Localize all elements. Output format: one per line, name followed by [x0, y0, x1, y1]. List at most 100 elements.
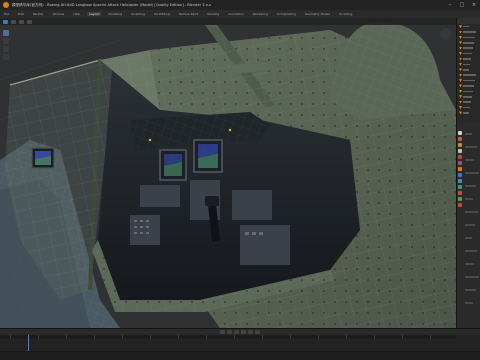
- property-field[interactable]: [465, 289, 476, 291]
- play-icon[interactable]: [241, 330, 246, 334]
- blender-logo-icon: [3, 2, 9, 8]
- menu-bar: File Edit Render Window Help Layout Mode…: [0, 10, 480, 18]
- frame-tick: [234, 335, 235, 339]
- menu-render[interactable]: Render: [31, 12, 46, 16]
- outliner-row[interactable]: [457, 110, 480, 115]
- outliner-row-label: [463, 69, 469, 71]
- minimize-icon[interactable]: –: [446, 1, 454, 9]
- render-tab-icon[interactable]: [458, 137, 462, 141]
- outliner-row-label: [463, 112, 469, 114]
- properties-panel: [456, 123, 480, 328]
- next-keyframe-icon[interactable]: [248, 330, 253, 334]
- output-tab-icon[interactable]: [458, 143, 462, 147]
- tool-tab-icon[interactable]: [458, 131, 462, 135]
- tab-texture-paint[interactable]: Texture Paint: [177, 12, 200, 16]
- object-mode-icon[interactable]: [11, 19, 16, 24]
- frame-ruler[interactable]: [0, 335, 456, 339]
- data-tab-icon[interactable]: [458, 197, 462, 201]
- physics-tab-icon[interactable]: [458, 185, 462, 189]
- world-tab-icon[interactable]: [458, 161, 462, 165]
- prev-keyframe-icon[interactable]: [227, 330, 232, 334]
- move-tool-icon[interactable]: [3, 38, 9, 44]
- tab-sculpting[interactable]: Sculpting: [129, 12, 147, 16]
- frame-tick: [430, 335, 431, 339]
- property-field[interactable]: [465, 198, 473, 200]
- editor-type-icon[interactable]: [3, 19, 8, 24]
- tab-rendering[interactable]: Rendering: [251, 12, 270, 16]
- menu-window[interactable]: Window: [51, 12, 67, 16]
- close-icon[interactable]: ×: [470, 1, 478, 9]
- outliner-row-label: [463, 42, 474, 44]
- select-menu-icon[interactable]: [27, 19, 32, 24]
- outliner-row-label: [463, 101, 471, 103]
- play-reverse-icon[interactable]: [234, 330, 239, 334]
- property-field[interactable]: [465, 133, 472, 135]
- property-field[interactable]: [465, 263, 474, 265]
- property-field[interactable]: [465, 250, 477, 252]
- jump-end-icon[interactable]: [255, 330, 260, 334]
- menu-help[interactable]: Help: [71, 12, 82, 16]
- object-type-icon: [459, 35, 462, 39]
- property-field[interactable]: [465, 211, 478, 213]
- rotate-tool-icon[interactable]: [3, 46, 9, 52]
- tab-compositing[interactable]: Compositing: [275, 12, 298, 16]
- outliner-row-label: [463, 31, 476, 33]
- object-type-icon: [459, 79, 462, 83]
- title-bar: 模型精华库(官方网) - Boeing AH-64D Longbow Apach…: [0, 0, 480, 10]
- object-type-icon: [459, 62, 462, 66]
- tab-layout[interactable]: Layout: [87, 12, 102, 16]
- outliner-row-label: [463, 95, 472, 98]
- property-field[interactable]: [465, 224, 475, 226]
- particles-tab-icon[interactable]: [458, 179, 462, 183]
- property-field[interactable]: [465, 146, 477, 148]
- outliner-panel: [456, 18, 480, 123]
- tab-shading[interactable]: Shading: [205, 12, 221, 16]
- frame-tick: [10, 335, 11, 339]
- tab-modeling[interactable]: Modeling: [106, 12, 124, 16]
- tab-scripting[interactable]: Scripting: [337, 12, 354, 16]
- frame-tick: [262, 335, 263, 339]
- outliner-row-label: [463, 74, 476, 76]
- scene-tab-icon[interactable]: [458, 155, 462, 159]
- property-field[interactable]: [465, 172, 479, 174]
- tab-uv-editing[interactable]: UV Editing: [152, 12, 172, 16]
- tab-geometry-nodes[interactable]: Geometry Nodes: [303, 12, 332, 16]
- outliner-row-label: [463, 52, 472, 55]
- property-field[interactable]: [465, 237, 472, 239]
- object-type-icon: [459, 25, 462, 29]
- frame-tick: [38, 335, 39, 339]
- object-tab-icon[interactable]: [458, 167, 462, 171]
- outliner-row-label: [463, 79, 475, 82]
- helicopter-cockpit-render: [0, 21, 456, 328]
- menu-edit[interactable]: Edit: [16, 12, 26, 16]
- viewport-header: [0, 18, 456, 25]
- scale-tool-icon[interactable]: [3, 54, 9, 60]
- menu-file[interactable]: File: [2, 12, 11, 16]
- maximize-icon[interactable]: □: [458, 1, 466, 9]
- constraints-tab-icon[interactable]: [458, 191, 462, 195]
- jump-start-icon[interactable]: [220, 330, 225, 334]
- toolbar: [3, 30, 9, 60]
- frame-tick: [178, 335, 179, 339]
- outliner-row-label: [463, 58, 471, 60]
- window-controls: – □ ×: [446, 1, 478, 9]
- property-field[interactable]: [465, 185, 476, 187]
- property-field[interactable]: [465, 159, 474, 161]
- view-layer-tab-icon[interactable]: [458, 149, 462, 153]
- frame-tick: [346, 335, 347, 339]
- material-tab-icon[interactable]: [458, 203, 462, 207]
- navigation-gizmo-icon[interactable]: [440, 28, 452, 40]
- property-field[interactable]: [465, 302, 473, 304]
- object-type-icon: [459, 100, 462, 104]
- modifier-tab-icon[interactable]: [458, 173, 462, 177]
- object-type-icon: [459, 57, 462, 61]
- view-menu-icon[interactable]: [19, 19, 24, 24]
- frame-tick: [94, 335, 95, 339]
- mfd-right: [193, 139, 223, 173]
- 3d-viewport[interactable]: [0, 18, 456, 328]
- select-tool-icon[interactable]: [3, 30, 9, 36]
- object-type-icon: [459, 46, 462, 50]
- property-field[interactable]: [465, 276, 479, 278]
- tab-animation[interactable]: Animation: [226, 12, 245, 16]
- frame-tick: [290, 335, 291, 339]
